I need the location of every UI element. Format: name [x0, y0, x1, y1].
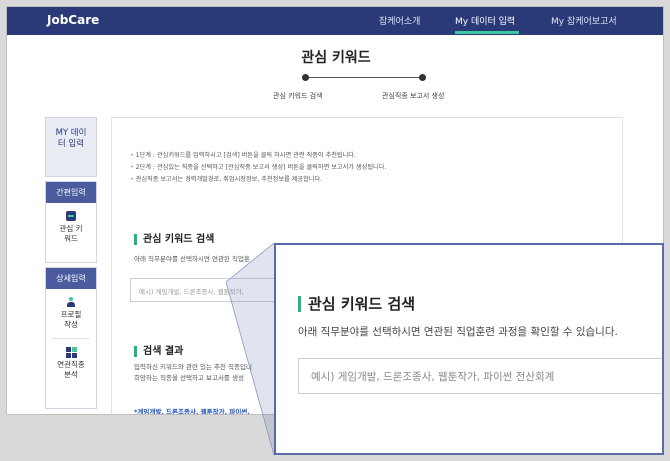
zoom-cone-shape [226, 243, 274, 455]
zoom-keyword-search-description: 아래 직무분야를 선택하시면 연관된 직업훈련 과정을 확인할 수 있습니다. [298, 326, 618, 338]
zoom-keyword-search-heading: 관심 키워드 검색 [298, 296, 415, 312]
zoom-callout-panel: 관심 키워드 검색 아래 직무분야를 선택하시면 연관된 직업훈련 과정을 확인… [274, 243, 664, 455]
zoom-keyword-search-input[interactable]: 예시) 게임개발, 드론조종사, 웹툰작가, 파이썬 전산회계 [298, 358, 662, 394]
